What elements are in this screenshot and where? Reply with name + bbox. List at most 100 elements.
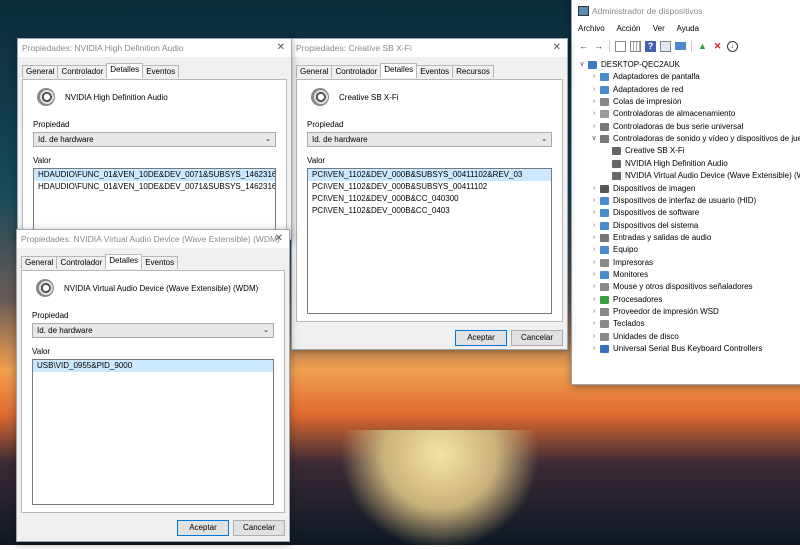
tab-eventos[interactable]: Eventos [142,65,180,78]
tree-category-item[interactable]: › Controladoras de almacenamiento [590,108,735,120]
expand-chevron-icon[interactable]: › [590,294,598,306]
grid-icon[interactable] [630,40,641,52]
update-driver-icon[interactable] [660,40,671,52]
property-dropdown[interactable]: Id. de hardware ⌄ [32,323,274,338]
expand-chevron-icon[interactable]: › [590,96,598,108]
tree-category-item[interactable]: › Dispositivos de interfaz de usuario (HI… [590,195,756,207]
tree-category-item[interactable]: › Proveedor de impresión WSD [590,306,719,318]
property-selected: Id. de hardware [37,326,93,335]
expand-chevron-icon[interactable]: › [590,220,598,232]
expand-chevron-icon[interactable]: › [590,281,598,293]
menu-ver[interactable]: Ver [653,24,665,33]
expand-chevron-icon[interactable]: › [590,343,598,355]
ok-button[interactable]: Aceptar [177,520,229,536]
menu-ayuda[interactable]: Ayuda [677,24,700,33]
tree-category-item[interactable]: › Procesadores [590,294,662,306]
expand-chevron-icon[interactable]: › [590,84,598,96]
expand-chevron-icon[interactable]: › [590,331,598,343]
collapse-chevron-icon[interactable]: ∨ [578,59,586,71]
tree-category-item[interactable]: › Entradas y salidas de audio [590,232,711,244]
property-dropdown[interactable]: Id. de hardware ⌄ [307,132,552,147]
expand-chevron-icon[interactable]: › [590,232,598,244]
tree-item-label: Adaptadores de pantalla [613,72,700,82]
expand-chevron-icon[interactable]: › [590,108,598,120]
tab-detalles[interactable]: Detalles [380,63,418,78]
tree-category-item[interactable]: › Monitores [590,269,648,281]
tree-device-item[interactable]: NVIDIA High Definition Audio [602,158,728,170]
list-item[interactable]: PCI\VEN_1102&DEV_000B&CC_040300 [308,193,551,205]
value-listbox[interactable]: USB\VID_0955&PID_9000 [32,359,274,505]
expand-chevron-icon[interactable]: › [590,71,598,83]
enable-device-icon[interactable]: ▲ [697,41,708,52]
tab-recursos[interactable]: Recursos [452,65,494,78]
tab-detalles[interactable]: Detalles [105,254,143,269]
close-icon[interactable]: ✕ [553,39,561,57]
tree-category-item[interactable]: › Unidades de disco [590,331,679,343]
tree-category-item[interactable]: › Dispositivos de imagen [590,183,695,195]
tree-category-item[interactable]: › Universal Serial Bus Keyboard Controlle… [590,343,762,355]
tree-category-item[interactable]: › Teclados [590,318,645,330]
close-icon[interactable]: ✕ [277,39,285,57]
title-bar: Propiedades: NVIDIA High Definition Audi… [18,39,291,57]
monitor-icon[interactable] [675,42,686,50]
close-icon[interactable]: ✕ [275,230,283,248]
list-item[interactable]: PCI\VEN_1102&DEV_000B&SUBSYS_00411102 [308,181,551,193]
tab-eventos[interactable]: Eventos [141,256,179,269]
download-icon[interactable]: ↓ [727,40,738,52]
expand-chevron-icon[interactable]: › [590,195,598,207]
cancel-button[interactable]: Cancelar [511,330,563,346]
uninstall-icon[interactable]: ✕ [712,41,723,52]
expand-chevron-icon[interactable]: › [590,121,598,133]
tree-category-item[interactable]: › Mouse y otros dispositivos señaladores [590,281,753,293]
tab-controlador[interactable]: Controlador [331,65,382,78]
tree-category-item[interactable]: ∨ Controladoras de sonido y vídeo y dispo… [590,133,800,145]
tab-controlador[interactable]: Controlador [57,65,108,78]
tree-category-item[interactable]: › Adaptadores de red [590,84,683,96]
expand-chevron-icon[interactable]: › [590,306,598,318]
expand-chevron-icon[interactable]: › [590,244,598,256]
expand-chevron-icon[interactable]: › [590,183,598,195]
device-category-icon [600,246,609,255]
list-item[interactable]: HDAUDIO\FUNC_01&VEN_10DE&DEV_0071&SUBSYS… [34,169,275,181]
list-item[interactable]: PCI\VEN_1102&DEV_000B&SUBSYS_00411102&RE… [308,169,551,181]
tab-controlador[interactable]: Controlador [56,256,107,269]
details-panel: Creative SB X-Fi Propiedad Id. de hardwa… [296,79,563,322]
forward-icon[interactable]: → [593,41,604,52]
tree-root[interactable]: ∨ DESKTOP-QEC2AUK [578,59,680,71]
expand-chevron-icon[interactable]: › [590,257,598,269]
collapse-chevron-icon[interactable]: ∨ [590,133,598,145]
tree-category-item[interactable]: › Dispositivos del sistema [590,220,698,232]
tab-general[interactable]: General [296,65,333,78]
tree-category-item[interactable]: › Dispositivos de software [590,207,699,219]
back-icon[interactable]: ← [578,41,589,52]
tree-device-item[interactable]: NVIDIA Virtual Audio Device (Wave Extens… [602,170,800,182]
tree-category-item[interactable]: › Impresoras [590,257,653,269]
tree-device-item[interactable]: Creative SB X-Fi [602,145,685,157]
help-icon[interactable]: ? [645,40,656,52]
list-item[interactable]: HDAUDIO\FUNC_01&VEN_10DE&DEV_0071&SUBSYS… [34,181,275,193]
cancel-button[interactable]: Cancelar [233,520,285,536]
property-dropdown[interactable]: Id. de hardware ⌄ [33,132,276,147]
tab-general[interactable]: General [22,65,59,78]
tree-category-item[interactable]: › Colas de impresión [590,96,681,108]
tree-item-label: Adaptadores de red [613,84,684,94]
device-category-icon [600,209,609,218]
menu-accion[interactable]: Acción [616,24,640,33]
tree-category-item[interactable]: › Equipo [590,244,638,256]
menu-archivo[interactable]: Archivo [578,24,605,33]
tab-detalles[interactable]: Detalles [106,63,144,78]
list-item[interactable]: PCI\VEN_1102&DEV_000B&CC_0403 [308,205,551,217]
properties-icon[interactable] [615,40,626,52]
tab-eventos[interactable]: Eventos [416,65,454,78]
expand-chevron-icon[interactable]: › [590,207,598,219]
list-item[interactable]: USB\VID_0955&PID_9000 [33,360,273,372]
tree-category-item[interactable]: › Controladoras de bus serie universal [590,121,743,133]
tree-item-label: NVIDIA High Definition Audio [625,158,728,168]
expand-chevron-icon[interactable]: › [590,318,598,330]
tree-category-item[interactable]: › Adaptadores de pantalla [590,71,700,83]
value-listbox[interactable]: HDAUDIO\FUNC_01&VEN_10DE&DEV_0071&SUBSYS… [33,168,276,232]
ok-button[interactable]: Aceptar [455,330,507,346]
tab-general[interactable]: General [21,256,58,269]
expand-chevron-icon[interactable]: › [590,269,598,281]
value-listbox[interactable]: PCI\VEN_1102&DEV_000B&SUBSYS_00411102&RE… [307,168,552,314]
